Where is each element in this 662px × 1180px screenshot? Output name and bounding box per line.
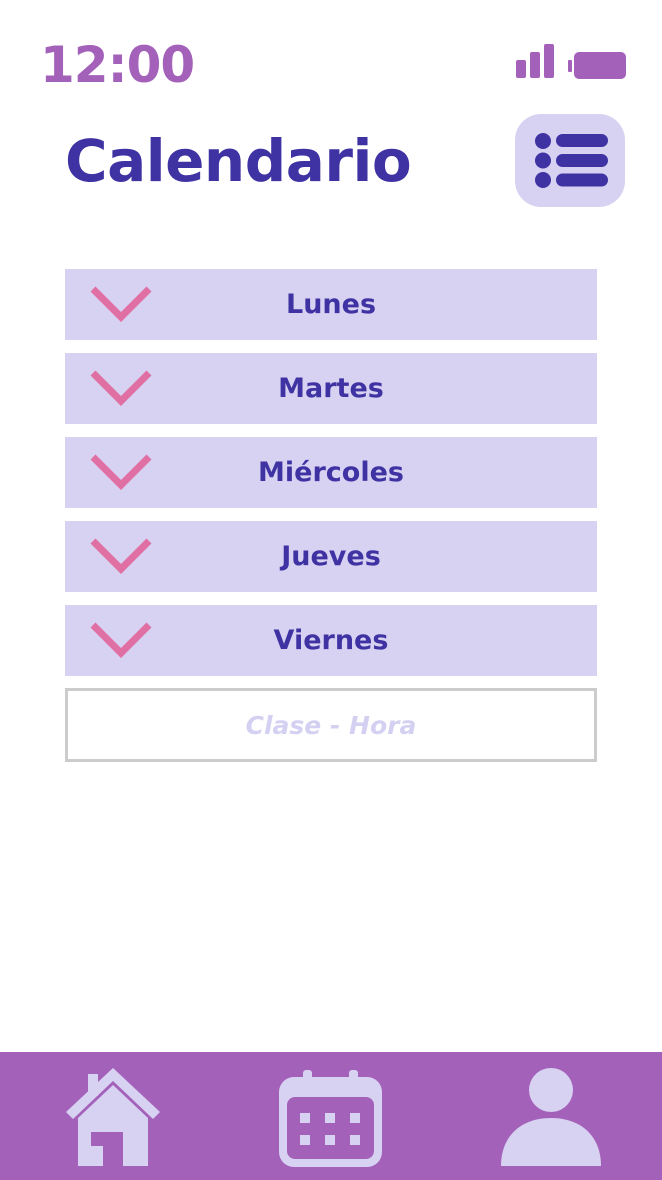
- battery-icon: [568, 52, 626, 79]
- day-row-viernes[interactable]: Viernes: [65, 605, 597, 676]
- list-menu-icon: [535, 133, 608, 188]
- menu-button[interactable]: [515, 114, 625, 207]
- day-label: Martes: [278, 373, 384, 404]
- page-title: Calendario: [65, 127, 412, 195]
- day-row-lunes[interactable]: Lunes: [65, 269, 597, 340]
- signal-bar-3: [544, 44, 554, 78]
- signal-bars-icon: [516, 44, 554, 78]
- day-label: Lunes: [285, 289, 377, 320]
- class-time-input[interactable]: [65, 688, 597, 762]
- home-icon[interactable]: [66, 1068, 160, 1166]
- day-label: Jueves: [281, 541, 381, 572]
- day-row-martes[interactable]: Martes: [65, 353, 597, 424]
- day-label: Viernes: [273, 625, 389, 656]
- signal-bar-2: [530, 52, 540, 78]
- signal-bar-1: [516, 60, 526, 78]
- status-time: 12:00: [40, 36, 195, 94]
- day-list: Lunes Martes Miércoles Jueves Viernes: [65, 269, 597, 689]
- user-icon[interactable]: [501, 1068, 601, 1166]
- day-row-miercoles[interactable]: Miércoles: [65, 437, 597, 508]
- bottom-nav: [0, 1052, 662, 1180]
- battery-tip: [568, 60, 572, 72]
- battery-body: [574, 52, 626, 79]
- day-row-jueves[interactable]: Jueves: [65, 521, 597, 592]
- calendar-icon[interactable]: [279, 1070, 382, 1167]
- day-label: Miércoles: [258, 457, 404, 488]
